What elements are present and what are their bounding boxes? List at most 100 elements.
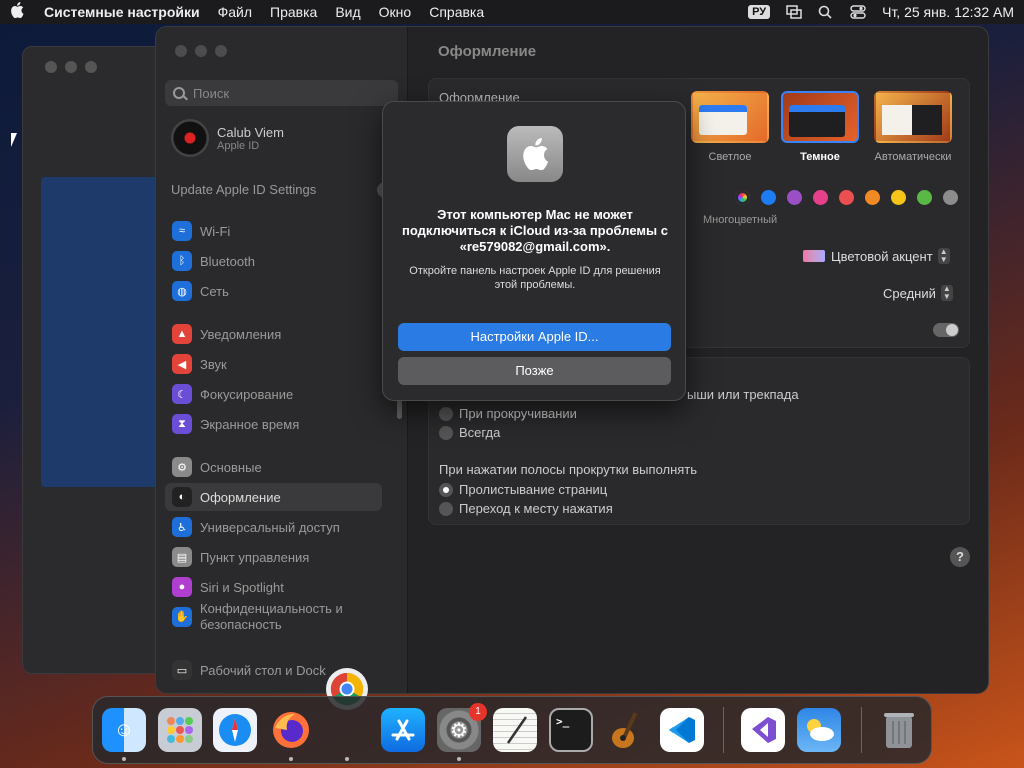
wifi-icon: ≈ <box>172 221 192 241</box>
radio-button[interactable] <box>439 406 453 421</box>
control-center-icon[interactable] <box>850 5 866 19</box>
sidebar-item-control-center[interactable]: ▤ Пункт управления <box>165 543 382 571</box>
sidebar-item-network[interactable]: ◍ Сеть <box>165 277 382 305</box>
radio-label: Всегда <box>459 425 501 440</box>
garageband-icon[interactable] <box>605 708 649 752</box>
sidebar-item-appearance[interactable]: ◐ Оформление <box>165 483 382 511</box>
multicolor-label: Многоцветный <box>703 214 778 226</box>
app-store-icon[interactable] <box>381 708 425 752</box>
apple-id-settings-button[interactable]: Настройки Apple ID... <box>398 323 671 351</box>
dialog-title: Этот компьютер Mac не может подключиться… <box>402 207 668 254</box>
zoom-dot-icon[interactable] <box>85 61 97 73</box>
radio-button[interactable] <box>439 501 453 516</box>
menu-bar: Системные настройки Файл Правка Вид Окно… <box>0 0 1024 24</box>
sidebar-scrollbar[interactable] <box>397 399 402 419</box>
close-dot-icon[interactable] <box>45 61 57 73</box>
trash-icon[interactable] <box>877 708 921 752</box>
minimize-dot-icon[interactable] <box>65 61 77 73</box>
screen-mirroring-icon[interactable] <box>786 5 802 19</box>
radio-label: Пролистывание страниц <box>459 482 608 497</box>
visual-studio-icon[interactable] <box>741 708 785 752</box>
sidebar-item-label: Bluetooth <box>200 253 255 269</box>
later-button[interactable]: Позже <box>398 357 671 385</box>
sidebar-item-focus[interactable]: ☾ Фокусирование <box>165 380 382 408</box>
click-option-jump-to-spot[interactable]: Переход к месту нажатия <box>439 501 613 516</box>
menu-edit[interactable]: Правка <box>270 4 317 20</box>
sidebar-item-privacy-security[interactable]: ✋ Конфиденциальность и безопасность <box>165 599 382 635</box>
input-source-badge[interactable]: РУ <box>748 5 771 19</box>
highlight-swatch <box>803 250 825 262</box>
sound-icon: ◀ <box>172 354 192 374</box>
radio-label: При прокручивании <box>459 406 577 421</box>
safari-icon[interactable] <box>213 708 257 752</box>
theme-dark-option[interactable]: Темное <box>781 91 859 163</box>
minimize-button-icon[interactable] <box>195 45 207 57</box>
menu-clock[interactable]: Чт, 25 янв. 12:32 AM <box>882 4 1014 20</box>
accent-color-swatch[interactable] <box>813 190 828 205</box>
user-name: Calub Viem <box>217 124 284 140</box>
apple-id-account[interactable]: Calub Viem Apple ID <box>171 119 284 157</box>
general-icon: ⚙ <box>172 457 192 477</box>
menu-app-name[interactable]: Системные настройки <box>44 4 200 20</box>
click-option-next-page[interactable]: Пролистывание страниц <box>439 482 607 497</box>
radio-button-selected[interactable] <box>439 482 453 497</box>
desktop-dock-icon: ▭ <box>172 660 192 680</box>
accent-color-swatch[interactable] <box>917 190 932 205</box>
close-button-icon[interactable] <box>175 45 187 57</box>
sidebar-item-bluetooth[interactable]: ᛒ Bluetooth <box>165 247 382 275</box>
menu-view[interactable]: Вид <box>335 4 360 20</box>
sidebar-item-label: Фокусирование <box>200 386 294 402</box>
launchpad-icon[interactable] <box>158 708 202 752</box>
sidebar-item-label: Уведомления <box>200 326 282 342</box>
theme-auto-label: Автоматически <box>874 151 952 163</box>
accent-color-swatch[interactable] <box>787 190 802 205</box>
radio-button[interactable] <box>439 425 453 440</box>
accent-color-swatch[interactable] <box>735 190 750 205</box>
spotlight-search-icon[interactable] <box>818 5 834 19</box>
wallpaper-tinting-toggle[interactable] <box>933 323 959 337</box>
sidebar-item-accessibility[interactable]: ♿ Универсальный доступ <box>165 513 382 541</box>
menu-window[interactable]: Окно <box>379 4 412 20</box>
accent-color-swatch[interactable] <box>865 190 880 205</box>
terminal-icon[interactable]: >_ <box>549 708 593 752</box>
auto-theme-thumbnail <box>874 91 952 143</box>
sidebar-item-label: Рабочий стол и Dock <box>200 662 326 678</box>
sidebar-item-notifications[interactable]: ▲ Уведомления <box>165 320 382 348</box>
scroll-option-when-scrolling[interactable]: При прокручивании <box>439 406 577 421</box>
firefox-icon[interactable] <box>269 708 313 752</box>
accent-color-swatch[interactable] <box>761 190 776 205</box>
zoom-button-icon[interactable] <box>215 45 227 57</box>
sidebar-icon-size-select[interactable]: Средний ▲ ▼ <box>883 285 953 301</box>
sidebar-item-sound[interactable]: ◀ Звук <box>165 350 382 378</box>
menu-help[interactable]: Справка <box>429 4 484 20</box>
light-theme-thumbnail <box>691 91 769 143</box>
apple-menu-icon[interactable] <box>10 2 30 22</box>
theme-auto-option[interactable]: Автоматически <box>874 91 952 163</box>
accent-color-swatch[interactable] <box>943 190 958 205</box>
highlight-color-select[interactable]: Цветовой акцент ▲ ▼ <box>803 248 950 264</box>
focus-icon: ☾ <box>172 384 192 404</box>
notification-badge: 1 <box>469 703 487 721</box>
finder-icon[interactable]: ☺ <box>102 708 146 752</box>
sidebar: Поиск Calub Viem Apple ID Update Apple I… <box>156 27 408 693</box>
sidebar-item-screen-time[interactable]: ⧗ Экранное время <box>165 410 382 438</box>
theme-light-option[interactable]: Светлое <box>691 91 769 163</box>
search-input[interactable]: Поиск <box>165 80 398 106</box>
sidebar-item-siri-spotlight[interactable]: ● Siri и Spotlight <box>165 573 382 601</box>
sidebar-item-wifi[interactable]: ≈ Wi-Fi <box>165 217 382 245</box>
siri-spotlight-icon: ● <box>172 577 192 597</box>
accent-color-swatch[interactable] <box>839 190 854 205</box>
scroll-option-always[interactable]: Всегда <box>439 425 500 440</box>
textedit-icon[interactable] <box>493 708 537 752</box>
bluetooth-icon: ᛒ <box>172 251 192 271</box>
update-apple-id-item[interactable]: Update Apple ID Settings 1 <box>171 182 393 198</box>
weather-icon[interactable] <box>797 708 841 752</box>
menu-file[interactable]: Файл <box>218 4 252 20</box>
sidebar-item-general[interactable]: ⚙ Основные <box>165 453 382 481</box>
control-center-icon: ▤ <box>172 547 192 567</box>
accent-color-swatch[interactable] <box>891 190 906 205</box>
stepper-arrows-icon: ▲ ▼ <box>937 248 950 264</box>
vscode-icon[interactable] <box>660 708 704 752</box>
help-button[interactable]: ? <box>950 547 970 567</box>
apple-logo-icon <box>507 126 563 182</box>
